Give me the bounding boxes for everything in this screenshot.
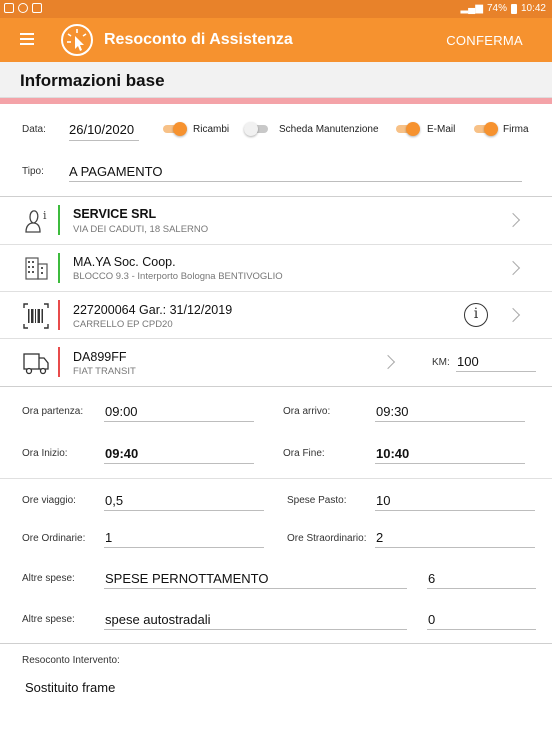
whatsapp-notification-icon [18,3,28,13]
email-toggle[interactable] [396,122,420,136]
date-underline [69,140,139,141]
status-accent [58,253,60,283]
ora-fine-underline [375,463,525,464]
site-row[interactable]: MA.YA Soc. Coop. BLOCCO 9.3 - Interporto… [0,245,552,292]
battery-percent: 74% [486,3,507,14]
app-bar: Resoconto di Assistenza CONFERMA [0,18,552,62]
altre-spese-label: Altre spese: [22,573,75,584]
divider [0,386,552,387]
km-field[interactable]: 100 [457,354,479,369]
equipment-serial: 227200064 Gar.: 31/12/2019 [73,303,233,317]
chevron-right-icon[interactable] [505,212,521,228]
barcode-icon [23,303,49,329]
ore-straordinario-field[interactable]: 2 [376,530,383,545]
app-title: Resoconto di Assistenza [104,31,293,48]
ricambi-toggle[interactable] [163,122,187,136]
expense-description-field[interactable]: spese autostradali [105,612,211,627]
vehicle-model: FIAT TRANSIT [73,366,136,377]
resoconto-label: Resoconto Intervento: [22,655,120,666]
firma-toggle[interactable] [474,122,498,136]
tipo-label: Tipo: [22,166,44,177]
status-bar: ▂▄▆ 74% 10:42 [0,0,552,18]
ora-fine-field[interactable]: 10:40 [376,446,409,461]
ora-partenza-underline [104,421,254,422]
spese-pasto-field[interactable]: 10 [376,493,390,508]
date-field[interactable]: 26/10/2020 [69,122,134,137]
chevron-right-icon[interactable] [380,354,396,370]
email-label: E-Mail [427,124,456,135]
ora-partenza-field[interactable]: 09:00 [105,404,138,419]
ore-viaggio-field[interactable]: 0,5 [105,493,123,508]
clock: 10:42 [520,3,546,14]
chevron-right-icon[interactable] [505,260,521,276]
firma-label: Firma [503,124,529,135]
section-title: Informazioni base [20,71,165,90]
expense-amount-underline [427,629,536,630]
site-name: MA.YA Soc. Coop. [73,255,176,269]
expense-amount-field[interactable]: 6 [428,571,435,586]
section-header: Informazioni base [0,62,552,98]
ora-arrivo-underline [375,421,525,422]
menu-icon[interactable] [20,33,34,45]
ora-inizio-label: Ora Inizio: [22,448,68,459]
gallery-notification-icon [4,3,14,13]
divider [0,478,552,479]
confirm-button[interactable]: CONFERMA [446,33,523,48]
ora-inizio-field[interactable]: 09:40 [105,446,138,461]
ore-ordinarie-field[interactable]: 1 [105,530,112,545]
svg-text:i: i [43,209,47,222]
section-accent-bar [0,98,552,104]
expense-description-field[interactable]: SPESE PERNOTTAMENTO [105,571,269,586]
scheda-manutenzione-toggle[interactable] [244,122,268,136]
ore-straordinario-underline [375,547,535,548]
chevron-right-icon[interactable] [505,307,521,323]
battery-icon [510,3,517,14]
ora-inizio-underline [104,463,254,464]
ora-arrivo-field[interactable]: 09:30 [376,404,409,419]
ora-partenza-label: Ora partenza: [22,406,84,417]
truck-icon [23,353,49,375]
status-accent [58,347,60,377]
expense-amount-underline [427,588,536,589]
vehicle-plate: DA899FF [73,350,127,364]
signal-icon: ▂▄▆ [460,3,483,14]
status-accent [58,300,60,330]
app-logo-icon [61,24,93,56]
date-label: Data: [22,124,46,135]
ore-ordinarie-underline [104,547,264,548]
ore-ordinarie-label: Ore Ordinarie: [22,533,86,544]
info-icon[interactable]: i [464,303,488,327]
customer-row[interactable]: i SERVICE SRL VIA DEI CADUTI, 18 SALERNO [0,197,552,244]
ora-arrivo-label: Ora arrivo: [283,406,331,417]
spese-pasto-underline [375,510,535,511]
customer-address: VIA DEI CADUTI, 18 SALERNO [73,224,209,235]
altre-spese-label: Altre spese: [22,614,75,625]
expense-description-underline [104,629,407,630]
tipo-underline [69,181,522,182]
ore-straordinario-label: Ore Straordinario: [287,533,367,544]
building-icon [25,257,48,280]
status-accent [58,205,60,235]
vehicle-row[interactable]: DA899FF FIAT TRANSIT KM: 100 [0,339,552,386]
resoconto-field[interactable]: Sostituito frame [25,680,115,695]
customer-name: SERVICE SRL [73,207,157,221]
site-address: BLOCCO 9.3 - Interporto Bologna BENTIVOG… [73,271,283,282]
km-label: KM: [432,357,450,368]
person-icon: i [25,209,47,233]
expense-description-underline [104,588,407,589]
ore-viaggio-label: Ore viaggio: [22,495,76,506]
ricambi-label: Ricambi [193,124,230,135]
divider [0,643,552,644]
equipment-model: CARRELLO EP CPD20 [73,319,173,330]
ora-fine-label: Ora Fine: [283,448,325,459]
scheda-manutenzione-label: Scheda Manutenzione [279,124,379,135]
km-underline [456,371,536,372]
mail-notification-icon [32,3,42,13]
ore-viaggio-underline [104,510,264,511]
spese-pasto-label: Spese Pasto: [287,495,347,506]
tipo-field[interactable]: A PAGAMENTO [69,164,162,179]
expense-amount-field[interactable]: 0 [428,612,435,627]
